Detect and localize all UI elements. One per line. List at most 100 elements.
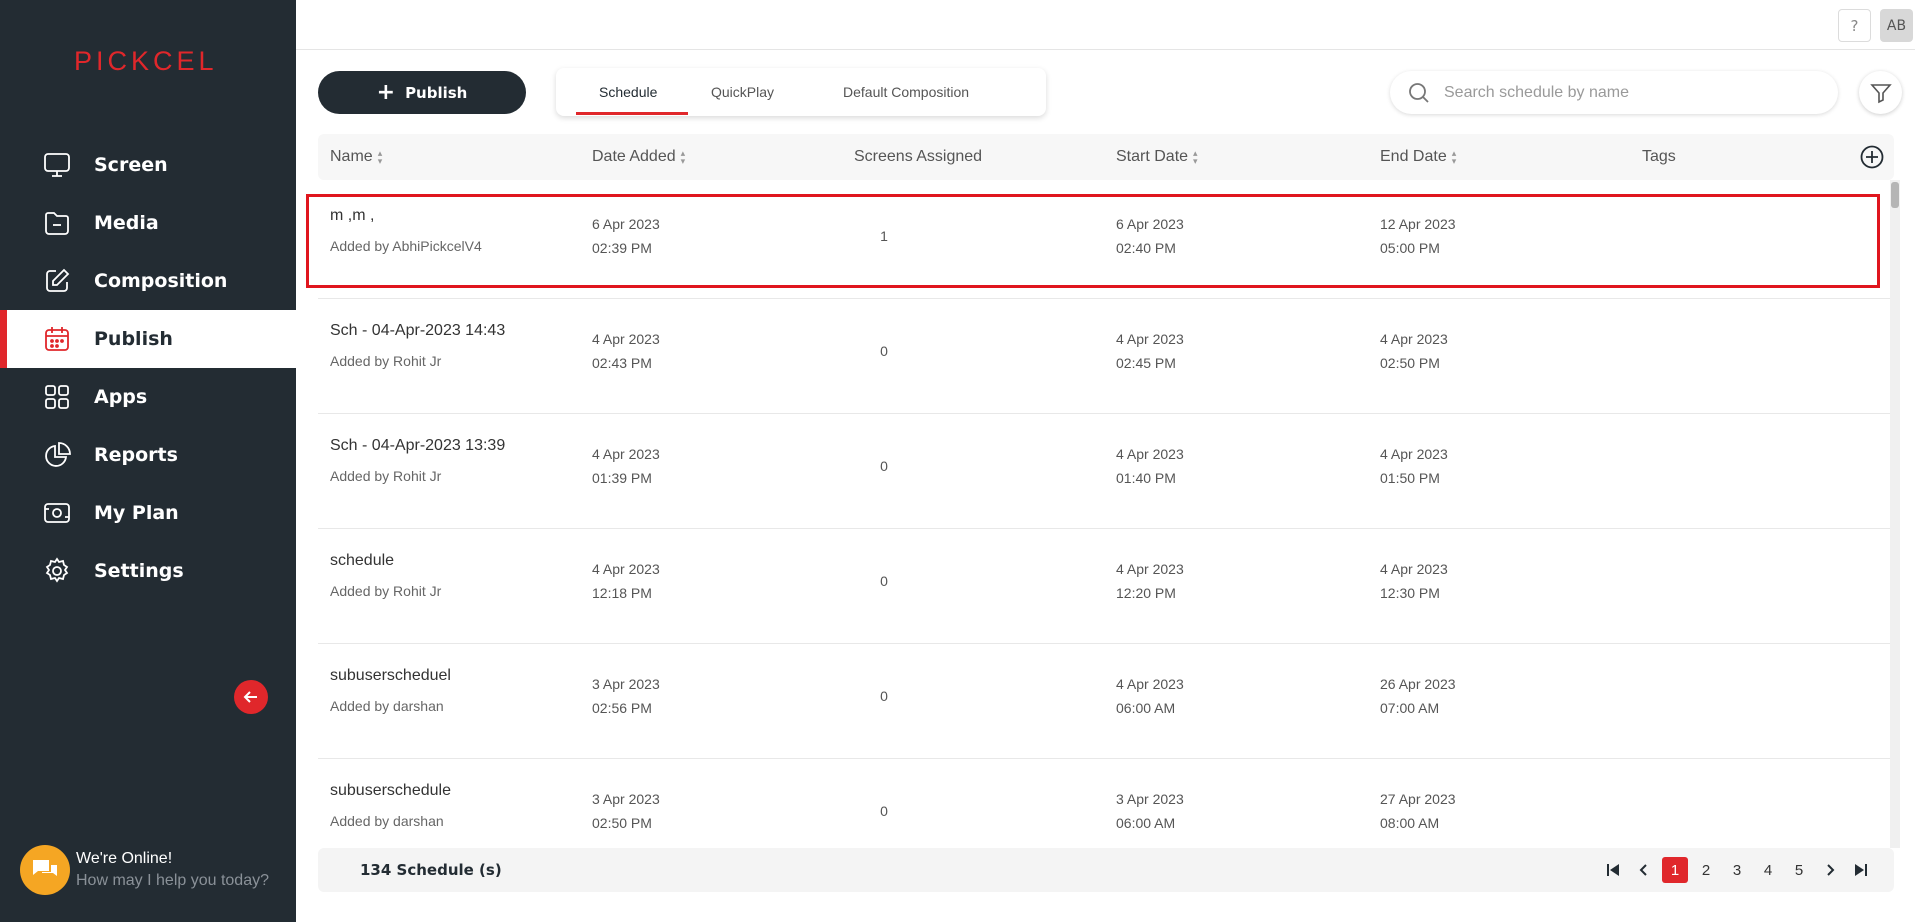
scrollbar-track[interactable] (1890, 180, 1900, 848)
schedule-name[interactable]: subuserschedule (330, 779, 451, 803)
end-date: 4 Apr 2023 (1380, 446, 1448, 462)
sidebar-item-my-plan[interactable]: My Plan (0, 484, 296, 542)
column-label: Screens Assigned (854, 148, 983, 165)
sort-icon[interactable]: ▴ ▾ (681, 149, 686, 166)
start-date: 4 Apr 2023 (1116, 676, 1184, 692)
added-by: Added by AbhiPickcelV4 (330, 238, 482, 254)
apps-grid-icon (45, 385, 69, 409)
search-icon (1409, 82, 1429, 103)
date-added: 3 Apr 2023 (592, 676, 660, 692)
publish-button[interactable]: + Publish (318, 71, 526, 114)
sidebar-item-publish[interactable]: Publish (0, 310, 296, 368)
pie-chart-icon (45, 442, 71, 467)
chat-bubble-icon[interactable] (20, 845, 70, 895)
column-label: Start Date (1116, 148, 1189, 165)
help-button[interactable]: ? (1838, 9, 1871, 42)
screens-assigned-cell: 1 (880, 228, 888, 244)
tab-bar: Schedule QuickPlay Default Composition (556, 68, 1046, 116)
table-row[interactable]: Sch - 04-Apr-2023 13:39 Added by Rohit Jr… (318, 414, 1894, 529)
column-header-name[interactable]: Name ▴ ▾ (330, 134, 382, 180)
chat-widget[interactable]: We're Online! How may I help you today? (20, 845, 269, 895)
tab-quickplay[interactable]: QuickPlay (711, 68, 774, 116)
sidebar-item-screen[interactable]: Screen (0, 136, 296, 194)
table-row[interactable]: subuserschedule Added by darshan 3 Apr 20… (318, 759, 1894, 844)
sidebar-nav: Screen Media Composition Publish Apps Re… (0, 136, 296, 600)
start-date: 4 Apr 2023 (1116, 446, 1184, 462)
start-date-cell: 4 Apr 2023 02:45 PM (1116, 327, 1184, 375)
last-page-icon[interactable] (1848, 857, 1874, 883)
scrollbar-thumb[interactable] (1891, 182, 1899, 208)
column-header-date-added[interactable]: Date Added ▴ ▾ (592, 134, 685, 180)
sidebar-item-media[interactable]: Media (0, 194, 296, 252)
date-added-cell: 4 Apr 2023 01:39 PM (592, 442, 660, 490)
start-date-cell: 3 Apr 2023 06:00 AM (1116, 787, 1184, 835)
publish-button-label: Publish (405, 83, 468, 102)
filter-button[interactable] (1859, 71, 1902, 114)
end-time: 01:50 PM (1380, 470, 1440, 486)
sort-icon[interactable]: ▴ ▾ (1193, 149, 1198, 166)
end-time: 08:00 AM (1380, 815, 1440, 831)
search-box (1390, 71, 1838, 114)
sidebar-item-settings[interactable]: Settings (0, 542, 296, 600)
time-added: 01:39 PM (592, 470, 652, 486)
column-header-start-date[interactable]: Start Date ▴ ▾ (1116, 134, 1198, 180)
collapse-sidebar-button[interactable] (234, 680, 268, 714)
schedule-name[interactable]: schedule (330, 549, 441, 573)
date-added-cell: 3 Apr 2023 02:50 PM (592, 787, 660, 835)
start-time: 06:00 AM (1116, 700, 1176, 716)
monitor-icon (44, 153, 70, 177)
sidebar-item-apps[interactable]: Apps (0, 368, 296, 426)
table-row[interactable]: schedule Added by Rohit Jr 4 Apr 2023 12:1… (318, 529, 1894, 644)
first-page-icon[interactable] (1600, 857, 1626, 883)
end-date: 4 Apr 2023 (1380, 561, 1448, 577)
start-date: 6 Apr 2023 (1116, 216, 1184, 232)
date-added-cell: 6 Apr 2023 02:39 PM (592, 212, 660, 260)
chat-subtitle: How may I help you today? (76, 872, 269, 889)
table-row[interactable]: m ,m , Added by AbhiPickcelV4 6 Apr 2023 0… (318, 184, 1894, 299)
date-added-cell: 4 Apr 2023 02:43 PM (592, 327, 660, 375)
date-added-cell: 3 Apr 2023 02:56 PM (592, 672, 660, 720)
next-page-icon[interactable] (1817, 857, 1843, 883)
tab-default-composition[interactable]: Default Composition (843, 68, 969, 116)
schedule-count: 134 Schedule (s) (360, 861, 502, 879)
column-header-end-date[interactable]: End Date ▴ ▾ (1380, 134, 1456, 180)
schedule-name[interactable]: m ,m , (330, 204, 482, 228)
sidebar-item-label: Reports (94, 444, 178, 466)
page-4-button[interactable]: 4 (1755, 857, 1781, 883)
avatar[interactable]: AB (1880, 9, 1913, 42)
table-row[interactable]: subuserscheduel Added by darshan 3 Apr 20… (318, 644, 1894, 759)
sort-icon[interactable]: ▴ ▾ (378, 149, 383, 166)
page-2-button[interactable]: 2 (1693, 857, 1719, 883)
date-added: 4 Apr 2023 (592, 561, 660, 577)
end-time: 02:50 PM (1380, 355, 1440, 371)
screens-assigned-cell: 0 (880, 573, 888, 589)
date-added: 4 Apr 2023 (592, 446, 660, 462)
start-date: 4 Apr 2023 (1116, 561, 1184, 577)
tab-schedule[interactable]: Schedule (599, 68, 657, 116)
start-time: 02:45 PM (1116, 355, 1176, 371)
add-column-icon[interactable] (1860, 145, 1884, 169)
sidebar-item-composition[interactable]: Composition (0, 252, 296, 310)
name-cell: subuserscheduel Added by darshan (330, 664, 451, 718)
page-5-button[interactable]: 5 (1786, 857, 1812, 883)
sidebar-item-label: My Plan (94, 502, 179, 524)
start-date-cell: 6 Apr 2023 02:40 PM (1116, 212, 1184, 260)
start-date: 3 Apr 2023 (1116, 791, 1184, 807)
search-input[interactable] (1444, 83, 1804, 102)
top-bar: ? AB (296, 0, 1915, 50)
page-1-button[interactable]: 1 (1662, 857, 1688, 883)
sort-icon[interactable]: ▴ ▾ (1452, 149, 1457, 166)
schedule-name[interactable]: Sch - 04-Apr-2023 14:43 (330, 319, 505, 343)
end-date-cell: 26 Apr 2023 07:00 AM (1380, 672, 1456, 720)
sidebar-item-reports[interactable]: Reports (0, 426, 296, 484)
name-cell: Sch - 04-Apr-2023 14:43 Added by Rohit Jr (330, 319, 505, 373)
time-added: 12:18 PM (592, 585, 652, 601)
sidebar-item-label: Settings (94, 560, 184, 582)
page-3-button[interactable]: 3 (1724, 857, 1750, 883)
table-row[interactable]: Sch - 04-Apr-2023 14:43 Added by Rohit Jr… (318, 299, 1894, 414)
end-date-cell: 27 Apr 2023 08:00 AM (1380, 787, 1456, 835)
schedule-name[interactable]: Sch - 04-Apr-2023 13:39 (330, 434, 505, 458)
schedule-name[interactable]: subuserscheduel (330, 664, 451, 688)
sidebar-item-label: Media (94, 212, 159, 234)
prev-page-icon[interactable] (1631, 857, 1657, 883)
